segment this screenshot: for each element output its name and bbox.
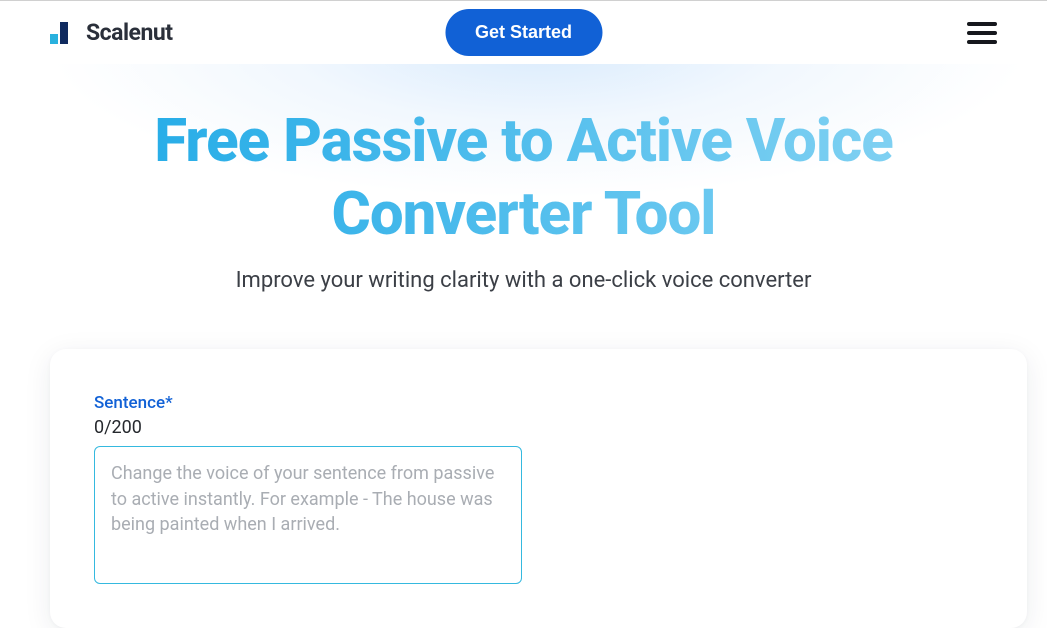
header: Scalenut Get Started bbox=[0, 1, 1047, 64]
sentence-field-label: Sentence* bbox=[94, 393, 983, 413]
character-counter: 0/200 bbox=[94, 417, 983, 438]
page-title: Free Passive to Active Voice Converter T… bbox=[14, 104, 1034, 250]
brand-logo[interactable]: Scalenut bbox=[50, 19, 173, 46]
menu-icon[interactable] bbox=[967, 22, 997, 44]
scalenut-logo-icon bbox=[50, 22, 76, 44]
page-subtitle: Improve your writing clarity with a one-… bbox=[0, 268, 1047, 293]
get-started-button[interactable]: Get Started bbox=[445, 9, 602, 56]
converter-card: Sentence* 0/200 bbox=[50, 349, 1027, 628]
brand-name: Scalenut bbox=[86, 19, 173, 46]
sentence-input[interactable] bbox=[94, 446, 522, 584]
hero-section: Free Passive to Active Voice Converter T… bbox=[0, 64, 1047, 628]
